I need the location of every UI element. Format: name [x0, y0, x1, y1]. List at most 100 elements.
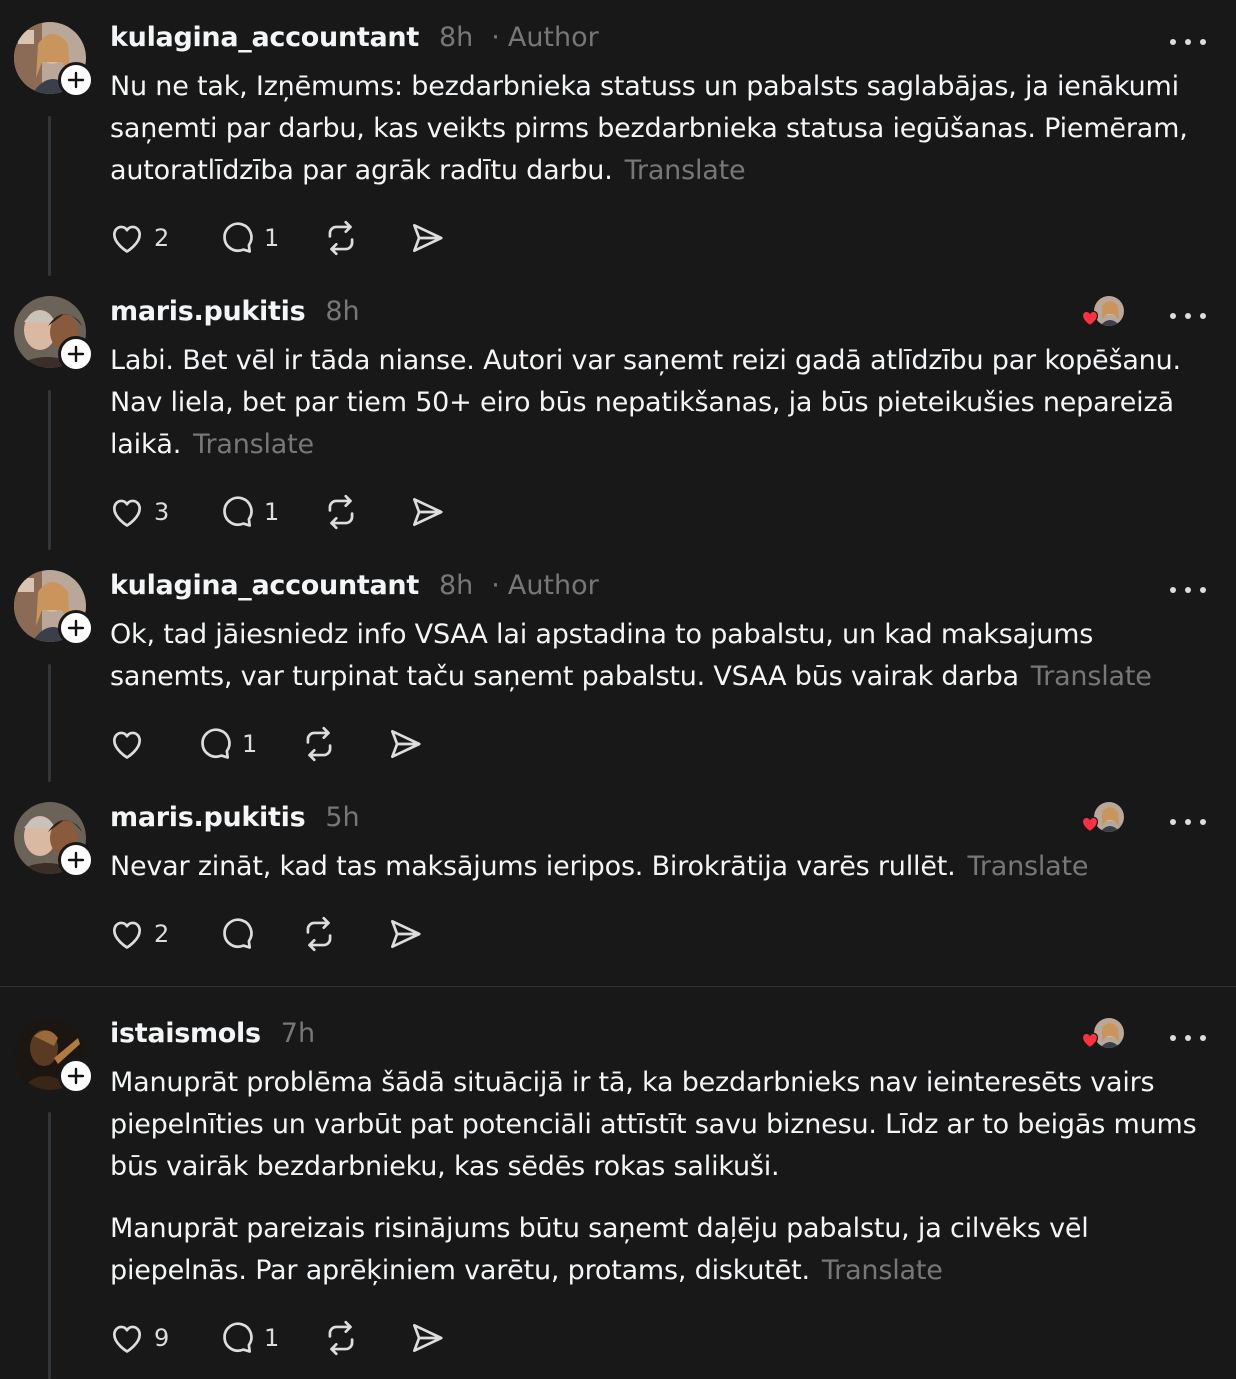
repost-button[interactable]: [300, 722, 386, 766]
timestamp[interactable]: 8h: [439, 22, 473, 53]
like-button[interactable]: [108, 722, 196, 766]
follow-button[interactable]: [58, 610, 94, 646]
comment-post: istaismols 7h Manuprāt problēma šādā sit…: [0, 1018, 1236, 1379]
translate-link[interactable]: Translate: [1031, 661, 1152, 692]
heart-icon: [112, 921, 142, 949]
like-count: 9: [154, 1324, 170, 1352]
post-text: Manuprāt problēma šādā situācijā ir tā, …: [110, 1062, 1210, 1292]
username[interactable]: kulagina_accountant: [110, 570, 419, 601]
heart-icon: [112, 225, 142, 253]
author-label: Author: [507, 22, 599, 53]
avatar[interactable]: [14, 570, 94, 646]
author-badge: · Author: [491, 570, 599, 601]
post-header: kulagina_accountant 8h · Author: [110, 570, 599, 610]
liked-by-author[interactable]: [1078, 802, 1124, 834]
translate-link[interactable]: Translate: [968, 851, 1089, 882]
share-button[interactable]: [386, 722, 436, 766]
send-icon: [412, 497, 443, 527]
timestamp[interactable]: 5h: [325, 802, 359, 833]
post-paragraph: Manuprāt problēma šādā situācijā ir tā, …: [110, 1067, 1197, 1182]
plus-icon: [67, 619, 85, 637]
post-paragraph: Manuprāt pareizais risinājums būtu saņem…: [110, 1213, 1089, 1286]
username[interactable]: istaismols: [110, 1018, 261, 1049]
reply-button[interactable]: 1: [218, 1316, 322, 1360]
post-paragraph: Nevar zināt, kad tas maksājums ieripos. …: [110, 851, 1089, 882]
post-header: maris.pukitis 5h: [110, 802, 360, 842]
more-options-button[interactable]: [1170, 810, 1206, 834]
repost-button[interactable]: [322, 1316, 408, 1360]
liked-by-author[interactable]: [1078, 1018, 1124, 1050]
follow-button[interactable]: [58, 842, 94, 878]
comment-icon: [223, 496, 253, 527]
post-text: Nu ne tak, Izņēmums: bezdarbnieka status…: [110, 66, 1210, 192]
more-options-button[interactable]: [1170, 30, 1206, 54]
like-button[interactable]: 2: [108, 216, 218, 260]
post-header: maris.pukitis 8h: [110, 296, 360, 336]
follow-button[interactable]: [58, 1058, 94, 1094]
translate-link[interactable]: Translate: [193, 429, 314, 460]
action-bar: 2: [108, 912, 436, 956]
username[interactable]: maris.pukitis: [110, 802, 306, 833]
comment-post: kulagina_accountant 8h · Author Ok, tad j…: [0, 570, 1236, 790]
avatar[interactable]: [14, 296, 94, 372]
more-options-button[interactable]: [1170, 578, 1206, 602]
avatar[interactable]: [14, 802, 94, 878]
action-bar: 1: [108, 722, 436, 766]
send-icon: [390, 919, 421, 949]
avatar[interactable]: [14, 22, 94, 98]
repost-button[interactable]: [322, 216, 408, 260]
liked-by-author[interactable]: [1078, 296, 1124, 328]
thread-line: [48, 390, 51, 550]
repost-button[interactable]: [300, 912, 386, 956]
share-button[interactable]: [408, 216, 458, 260]
username[interactable]: maris.pukitis: [110, 296, 306, 327]
thread-line: [48, 116, 51, 276]
heart-filled-icon: [1081, 310, 1099, 327]
comment-post: maris.pukitis 5h Nevar zināt, kad tas ma…: [0, 802, 1236, 972]
comment-icon: [223, 222, 253, 253]
translate-link[interactable]: Translate: [625, 155, 746, 186]
timestamp[interactable]: 8h: [439, 570, 473, 601]
timestamp[interactable]: 8h: [325, 296, 359, 327]
thread-line: [48, 664, 51, 782]
thread-line: [48, 1112, 51, 1379]
repost-icon: [328, 1320, 354, 1356]
reply-button[interactable]: 1: [218, 216, 322, 260]
send-icon: [412, 1323, 443, 1353]
comment-post: kulagina_accountant 8h · Author Nu ne tak…: [0, 22, 1236, 282]
author-badge: · Author: [491, 22, 599, 53]
username[interactable]: kulagina_accountant: [110, 22, 419, 53]
share-button[interactable]: [408, 1316, 458, 1360]
reply-button[interactable]: 1: [218, 490, 322, 534]
repost-button[interactable]: [322, 490, 408, 534]
reply-count: 1: [264, 224, 280, 252]
avatar[interactable]: [14, 1018, 94, 1094]
action-bar: 2 1: [108, 216, 458, 260]
repost-icon: [328, 220, 354, 256]
follow-button[interactable]: [58, 336, 94, 372]
share-button[interactable]: [408, 490, 458, 534]
post-paragraph: Nu ne tak, Izņēmums: bezdarbnieka status…: [110, 71, 1188, 186]
follow-button[interactable]: [58, 62, 94, 98]
author-label: Author: [507, 570, 599, 601]
reply-button[interactable]: [218, 912, 300, 956]
plus-icon: [67, 1067, 85, 1085]
post-paragraph: Ok, tad jāiesniedz info VSAA lai apstadi…: [110, 619, 1152, 692]
reply-count: 1: [264, 1324, 280, 1352]
share-button[interactable]: [386, 912, 436, 956]
timestamp[interactable]: 7h: [281, 1018, 315, 1049]
post-header: istaismols 7h: [110, 1018, 315, 1058]
comment-post: maris.pukitis 8h Labi. Bet vēl ir tāda n…: [0, 296, 1236, 556]
reply-count: 1: [264, 498, 280, 526]
repost-icon: [306, 726, 332, 762]
translate-link[interactable]: Translate: [822, 1255, 943, 1286]
reply-button[interactable]: 1: [196, 722, 300, 766]
heart-filled-icon: [1081, 816, 1099, 833]
more-options-button[interactable]: [1170, 304, 1206, 328]
like-button[interactable]: 9: [108, 1316, 218, 1360]
more-options-button[interactable]: [1170, 1026, 1206, 1050]
comment-icon: [223, 1322, 253, 1353]
like-button[interactable]: 3: [108, 490, 218, 534]
plus-icon: [67, 345, 85, 363]
like-button[interactable]: 2: [108, 912, 218, 956]
